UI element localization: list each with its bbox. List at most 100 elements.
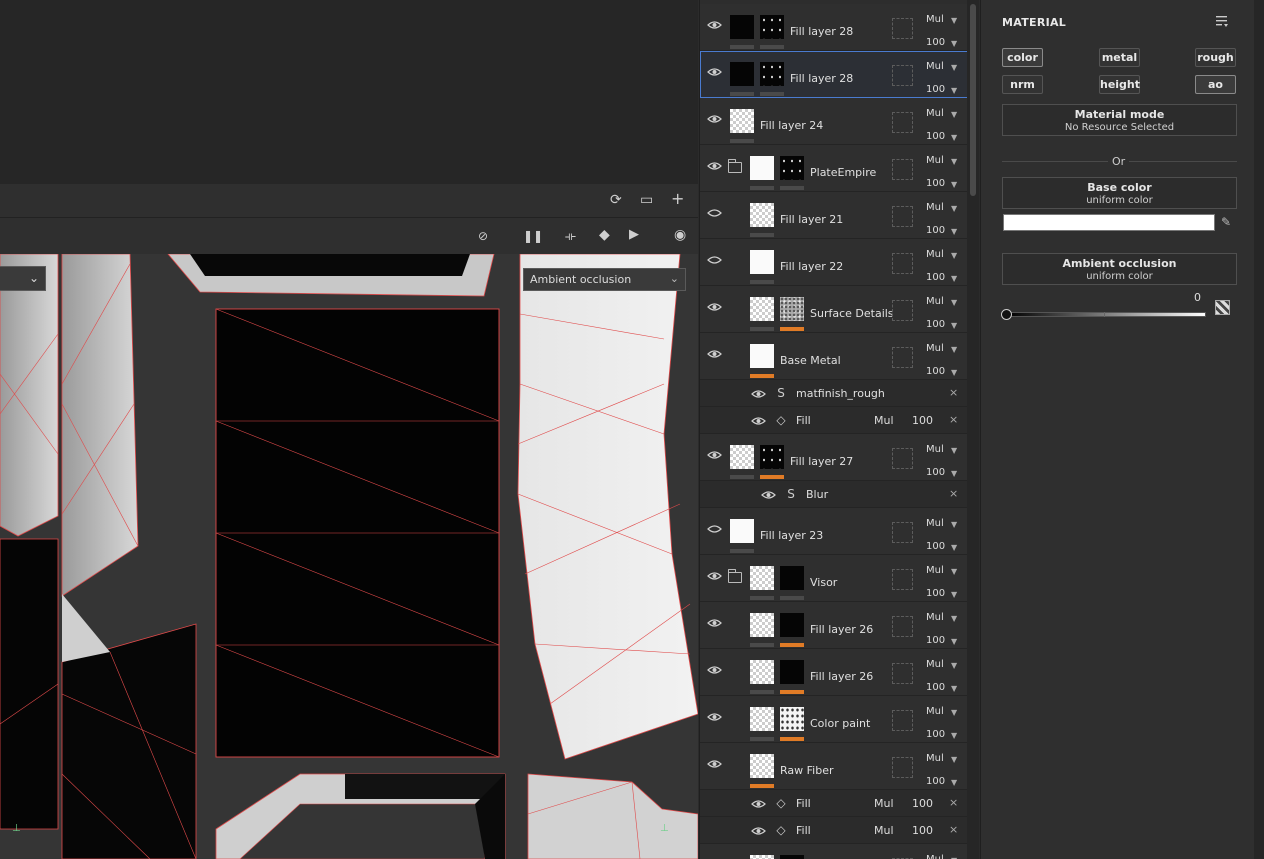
mask-thumbnail[interactable]: [780, 660, 804, 684]
mask-thumbnail[interactable]: [780, 297, 804, 321]
opacity-value[interactable]: 100: [926, 467, 945, 478]
effect-row[interactable]: Smatfinish_rough ×: [700, 380, 967, 407]
symmetry-icon[interactable]: ⟛: [565, 228, 576, 244]
mask-slot[interactable]: [892, 448, 913, 469]
layer-thumbnail[interactable]: [730, 445, 754, 469]
mask-slot[interactable]: [892, 757, 913, 778]
opacity-value[interactable]: 100: [926, 682, 945, 693]
effect-opacity-value[interactable]: 100: [912, 824, 933, 837]
layer-row[interactable]: Color paint Mul ▼ 100 ▼: [700, 696, 967, 743]
eyedropper-icon[interactable]: ✎: [1221, 215, 1235, 229]
layer-thumbnail[interactable]: [730, 62, 754, 86]
layer-thumbnail[interactable]: [750, 754, 774, 778]
blend-mode-select[interactable]: Mul: [926, 706, 944, 717]
base-color-swatch[interactable]: [1003, 214, 1215, 231]
layer-thumbnail[interactable]: [750, 297, 774, 321]
effect-opacity-value[interactable]: 100: [912, 414, 933, 427]
blend-mode-select[interactable]: Mul: [926, 518, 944, 529]
eye-icon[interactable]: [707, 450, 722, 460]
reset-view-icon[interactable]: ⟳: [610, 192, 622, 208]
display-mode-icon[interactable]: ◆: [599, 227, 610, 243]
blend-mode-select[interactable]: Mul: [926, 659, 944, 670]
eye-icon[interactable]: [707, 571, 722, 581]
channel-metal-button[interactable]: metal: [1099, 48, 1140, 67]
mask-thumbnail[interactable]: [780, 613, 804, 637]
camera-icon[interactable]: ▶: [629, 227, 639, 243]
layer-thumbnail[interactable]: [750, 566, 774, 590]
layer-thumbnail[interactable]: [750, 203, 774, 227]
layer-thumbnail[interactable]: [750, 156, 774, 180]
pause-icon[interactable]: ❚❚: [523, 228, 543, 244]
mask-slot[interactable]: [892, 253, 913, 274]
blend-mode-select[interactable]: Mul: [926, 61, 944, 72]
add-icon[interactable]: +: [671, 191, 684, 207]
3d-viewport-area[interactable]: [0, 0, 698, 184]
layer-row[interactable]: Mul▼▼: [700, 844, 967, 859]
eye-icon[interactable]: [707, 161, 722, 171]
layer-stack-scrollbar[interactable]: [967, 0, 979, 859]
close-icon[interactable]: ×: [949, 796, 958, 809]
effect-row[interactable]: ◇ Fill Mul 100 ×: [700, 407, 967, 434]
layer-row[interactable]: Fill layer 22 Mul ▼ 100 ▼: [700, 239, 967, 286]
eye-icon[interactable]: [761, 490, 776, 500]
eye-icon[interactable]: [707, 67, 722, 77]
channel-rough-button[interactable]: rough: [1195, 48, 1236, 67]
layer-row[interactable]: Fill layer 28 Mul ▼ 100 ▼: [700, 4, 967, 51]
layer-row[interactable]: Fill layer 27 Mul ▼ 100 ▼: [700, 434, 967, 481]
layer-row[interactable]: Fill layer 24 Mul ▼ 100 ▼: [700, 98, 967, 145]
base-color-selector[interactable]: Base color uniform color: [1002, 177, 1237, 209]
effect-row[interactable]: ◇ Fill Mul 100 ×: [700, 790, 967, 817]
eye-icon[interactable]: [707, 759, 722, 769]
eye-icon[interactable]: [707, 665, 722, 675]
blend-mode-select[interactable]: Mul: [926, 612, 944, 623]
eye-icon[interactable]: [751, 799, 766, 809]
opacity-value[interactable]: 100: [926, 84, 945, 95]
blend-mode-select[interactable]: Mul: [926, 155, 944, 166]
opacity-value[interactable]: 100: [926, 541, 945, 552]
ao-slider-handle[interactable]: [1001, 309, 1012, 320]
mask-thumbnail[interactable]: [780, 707, 804, 731]
layer-thumbnail[interactable]: [750, 707, 774, 731]
opacity-value[interactable]: 100: [926, 635, 945, 646]
hide-icon[interactable]: ⊘: [478, 228, 488, 244]
opacity-value[interactable]: 100: [926, 729, 945, 740]
layer-row[interactable]: Visor Mul ▼ 100 ▼: [700, 555, 967, 602]
eye-closed-icon[interactable]: [707, 255, 722, 265]
layer-thumbnail[interactable]: [750, 660, 774, 684]
close-icon[interactable]: ×: [949, 487, 958, 500]
blend-mode-select[interactable]: Mul: [926, 565, 944, 576]
layer-thumbnail[interactable]: [750, 855, 774, 859]
effect-opacity-value[interactable]: 100: [912, 797, 933, 810]
mask-slot[interactable]: [892, 347, 913, 368]
blend-mode-select[interactable]: Mul: [926, 108, 944, 119]
panel-menu-icon[interactable]: [1215, 14, 1229, 28]
close-icon[interactable]: ×: [949, 413, 958, 426]
2d-uv-view[interactable]: [0, 254, 698, 859]
mask-slot[interactable]: [892, 159, 913, 180]
eye-icon[interactable]: [751, 416, 766, 426]
layer-row[interactable]: Fill layer 23 Mul ▼ 100 ▼: [700, 508, 967, 555]
mask-slot[interactable]: [892, 300, 913, 321]
mask-slot[interactable]: [892, 569, 913, 590]
eye-closed-icon[interactable]: [707, 524, 722, 534]
channel-ao-button[interactable]: ao: [1195, 75, 1236, 94]
blend-mode-select[interactable]: Mul: [926, 14, 944, 25]
layer-stack[interactable]: Fill layer 28 Mul ▼ 100 ▼ Fill layer 28 Mul ▼ 10…: [699, 0, 967, 859]
opacity-value[interactable]: 100: [926, 588, 945, 599]
layer-thumbnail[interactable]: [730, 519, 754, 543]
opacity-value[interactable]: 100: [926, 272, 945, 283]
mask-slot[interactable]: [892, 65, 913, 86]
blend-mode-select[interactable]: Mul: [926, 753, 944, 764]
mask-thumbnail[interactable]: [760, 15, 784, 39]
ao-slider-track[interactable]: [1007, 312, 1206, 317]
eye-icon[interactable]: [707, 302, 722, 312]
layer-row[interactable]: Surface Details Mul ▼ 100 ▼: [700, 286, 967, 333]
mask-slot[interactable]: [892, 206, 913, 227]
mask-thumbnail[interactable]: [760, 62, 784, 86]
eye-icon[interactable]: [751, 826, 766, 836]
mask-slot[interactable]: [892, 522, 913, 543]
scrollbar-thumb[interactable]: [970, 4, 976, 196]
channel-select[interactable]: Ambient occlusion ⌄: [523, 268, 686, 291]
layer-thumbnail[interactable]: [750, 344, 774, 368]
mask-slot[interactable]: [892, 710, 913, 731]
